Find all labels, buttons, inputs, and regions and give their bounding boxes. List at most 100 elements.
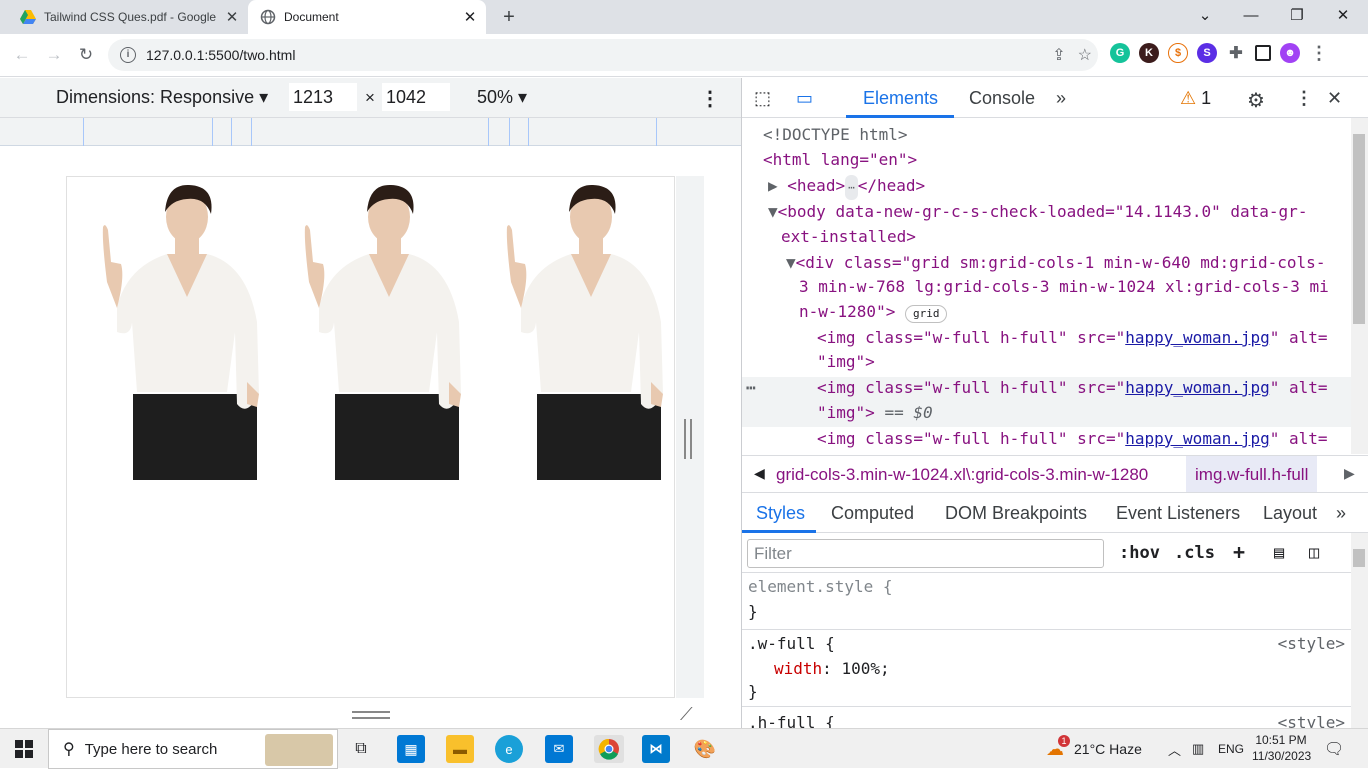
img-src-link[interactable]: happy_woman.jpg: [1125, 378, 1270, 397]
more-style-tabs-chevron-icon[interactable]: »: [1336, 503, 1346, 524]
dom-line[interactable]: 3 min-w-768 lg:grid-cols-3 min-w-1024 xl…: [799, 274, 1329, 299]
height-resize-handle[interactable]: [352, 711, 390, 719]
device-more-options-icon[interactable]: ⋮: [700, 86, 720, 111]
address-bar[interactable]: i 127.0.0.1:5500/two.html ⇪ ☆: [108, 39, 1098, 71]
grid-badge[interactable]: grid: [904, 305, 948, 323]
grammarly-extension-icon[interactable]: G: [1110, 43, 1130, 63]
close-tab-icon[interactable]: ✕: [460, 8, 480, 26]
language-indicator[interactable]: ENG: [1218, 729, 1244, 769]
dom-line[interactable]: "img"> == $0: [817, 400, 933, 425]
chrome-menu-icon[interactable]: ⋮: [1309, 43, 1329, 63]
dom-line[interactable]: n-w-1280"> grid: [799, 299, 948, 324]
k-extension-icon[interactable]: K: [1139, 43, 1159, 63]
tab-search-chevron-icon[interactable]: ⌄: [1182, 0, 1228, 30]
windows-start-icon[interactable]: [10, 735, 38, 763]
breadcrumb-right-arrow-icon[interactable]: ▶: [1344, 465, 1355, 482]
hover-state-button[interactable]: :hov: [1119, 543, 1160, 563]
collapse-triangle-icon[interactable]: ▼: [768, 202, 778, 221]
warning-icon[interactable]: ⚠ 1: [1180, 88, 1211, 109]
file-explorer-icon[interactable]: ▬: [446, 735, 474, 763]
breadcrumb-item[interactable]: grid-cols-3.min-w-1024.xl\:grid-cols-3.m…: [776, 465, 1148, 485]
tab-dom-breakpoints[interactable]: DOM Breakpoints: [945, 503, 1087, 524]
dom-line[interactable]: ▶ <head> ⋯ </head>: [768, 173, 925, 200]
tab-styles[interactable]: Styles: [756, 503, 805, 524]
site-info-icon[interactable]: i: [120, 47, 136, 63]
zoom-dropdown[interactable]: 50% ▾: [477, 87, 527, 108]
restore-button[interactable]: ❐: [1274, 0, 1320, 30]
toggle-sidebar-icon[interactable]: ◫: [1309, 543, 1319, 563]
style-source-link[interactable]: <style>: [1278, 632, 1345, 656]
tab-computed[interactable]: Computed: [831, 503, 914, 524]
dom-line[interactable]: ext-installed>: [781, 224, 916, 249]
weather-widget[interactable]: ☁ 1 21°C Haze: [1046, 729, 1142, 769]
close-tab-icon[interactable]: ✕: [222, 8, 242, 26]
tab-document[interactable]: Document ✕: [248, 0, 486, 34]
width-input[interactable]: 1213: [289, 83, 357, 111]
close-devtools-icon[interactable]: ✕: [1327, 88, 1342, 109]
tab-event-listeners[interactable]: Event Listeners: [1116, 503, 1240, 524]
task-view-icon[interactable]: ⧉: [347, 735, 375, 763]
dimensions-dropdown[interactable]: Dimensions: Responsive ▾: [56, 87, 268, 108]
dom-line[interactable]: "img">: [817, 349, 875, 374]
back-button[interactable]: ←: [10, 43, 34, 67]
w-full-declaration[interactable]: width: 100%;: [774, 657, 890, 681]
ellipsis-icon[interactable]: ⋯: [845, 175, 858, 200]
purple-extension-icon[interactable]: S: [1197, 43, 1217, 63]
forward-button[interactable]: →: [42, 43, 66, 67]
dom-line[interactable]: <img class="w-full h-full" src="happy_wo…: [817, 325, 1328, 350]
paint-icon[interactable]: 🎨: [691, 735, 719, 763]
tab-tailwind-pdf[interactable]: Tailwind CSS Ques.pdf - Google ✕: [8, 0, 248, 34]
clock[interactable]: 10:51 PM 11/30/2023: [1252, 732, 1311, 764]
minimize-button[interactable]: —: [1228, 0, 1274, 30]
vscode-icon[interactable]: ⋈: [642, 735, 670, 763]
devtools-more-icon[interactable]: ⋮: [1295, 88, 1313, 109]
show-hidden-icons-icon[interactable]: ︿: [1168, 729, 1181, 769]
tab-elements[interactable]: Elements: [863, 88, 938, 109]
dom-line[interactable]: <img class="w-full h-full" src="happy_wo…: [817, 426, 1328, 451]
breadcrumb-item-active[interactable]: img.w-full.h-full: [1186, 456, 1318, 492]
device-toolbar-toggle-icon[interactable]: ▭: [796, 88, 813, 109]
share-icon[interactable]: ⇪: [1052, 45, 1065, 65]
dom-line[interactable]: <html lang="en">: [763, 147, 917, 172]
breadcrumb-left-arrow-icon[interactable]: ◀: [754, 465, 765, 482]
class-toggle-button[interactable]: .cls: [1174, 543, 1215, 563]
taskbar-search-box[interactable]: ⚲ Type here to search: [48, 729, 338, 769]
mail-icon[interactable]: ✉: [545, 735, 573, 763]
dom-line[interactable]: ▼<body data-new-gr-c-s-check-loaded="14.…: [768, 199, 1307, 224]
img-src-link[interactable]: happy_woman.jpg: [1125, 429, 1270, 448]
height-input[interactable]: 1042: [382, 83, 450, 111]
style-source-link[interactable]: <style>: [1278, 711, 1345, 728]
side-panel-icon[interactable]: [1255, 45, 1271, 61]
w-full-selector[interactable]: .w-full {: [748, 632, 835, 656]
bookmark-star-icon[interactable]: ☆: [1078, 45, 1092, 65]
media-query-ruler[interactable]: [0, 118, 741, 146]
tab-layout[interactable]: Layout: [1263, 503, 1317, 524]
new-tab-button[interactable]: +: [498, 6, 520, 29]
puzzle-extensions-icon[interactable]: ✚: [1226, 43, 1246, 63]
expand-triangle-icon[interactable]: ▶: [768, 176, 778, 195]
tab-console[interactable]: Console: [969, 88, 1035, 109]
dom-line[interactable]: <!DOCTYPE html>: [763, 122, 908, 147]
dom-tree[interactable]: <!DOCTYPE html> <html lang="en"> ▶ <head…: [742, 118, 1351, 454]
width-resize-handle[interactable]: [684, 419, 692, 459]
scrollbar-thumb[interactable]: [1353, 549, 1365, 567]
dom-line[interactable]: ▼<div class="grid sm:grid-cols-1 min-w-6…: [786, 250, 1325, 275]
scrollbar-thumb[interactable]: [1353, 134, 1365, 324]
notifications-icon[interactable]: 🗨: [1324, 729, 1344, 769]
profile-avatar[interactable]: ☻: [1280, 43, 1300, 63]
microsoft-store-icon[interactable]: ▦: [397, 735, 425, 763]
collapse-triangle-icon[interactable]: ▼: [786, 253, 796, 272]
node-actions-icon[interactable]: ⋯: [746, 375, 756, 400]
coupon-extension-icon[interactable]: $: [1168, 43, 1188, 63]
close-window-button[interactable]: ✕: [1320, 0, 1366, 30]
dom-scrollbar[interactable]: [1351, 118, 1368, 454]
styles-scrollbar[interactable]: [1351, 533, 1368, 728]
corner-resize-handle-icon[interactable]: ⟋: [680, 704, 693, 725]
settings-gear-icon[interactable]: ⚙: [1247, 88, 1265, 113]
element-style-selector[interactable]: element.style {: [748, 575, 893, 599]
reload-button[interactable]: ↻: [74, 43, 98, 67]
more-tabs-chevron-icon[interactable]: »: [1056, 88, 1066, 109]
inspect-element-icon[interactable]: ⬚: [754, 88, 771, 109]
chrome-taskbar-icon[interactable]: [594, 735, 624, 763]
styles-filter-input[interactable]: Filter: [747, 539, 1104, 568]
